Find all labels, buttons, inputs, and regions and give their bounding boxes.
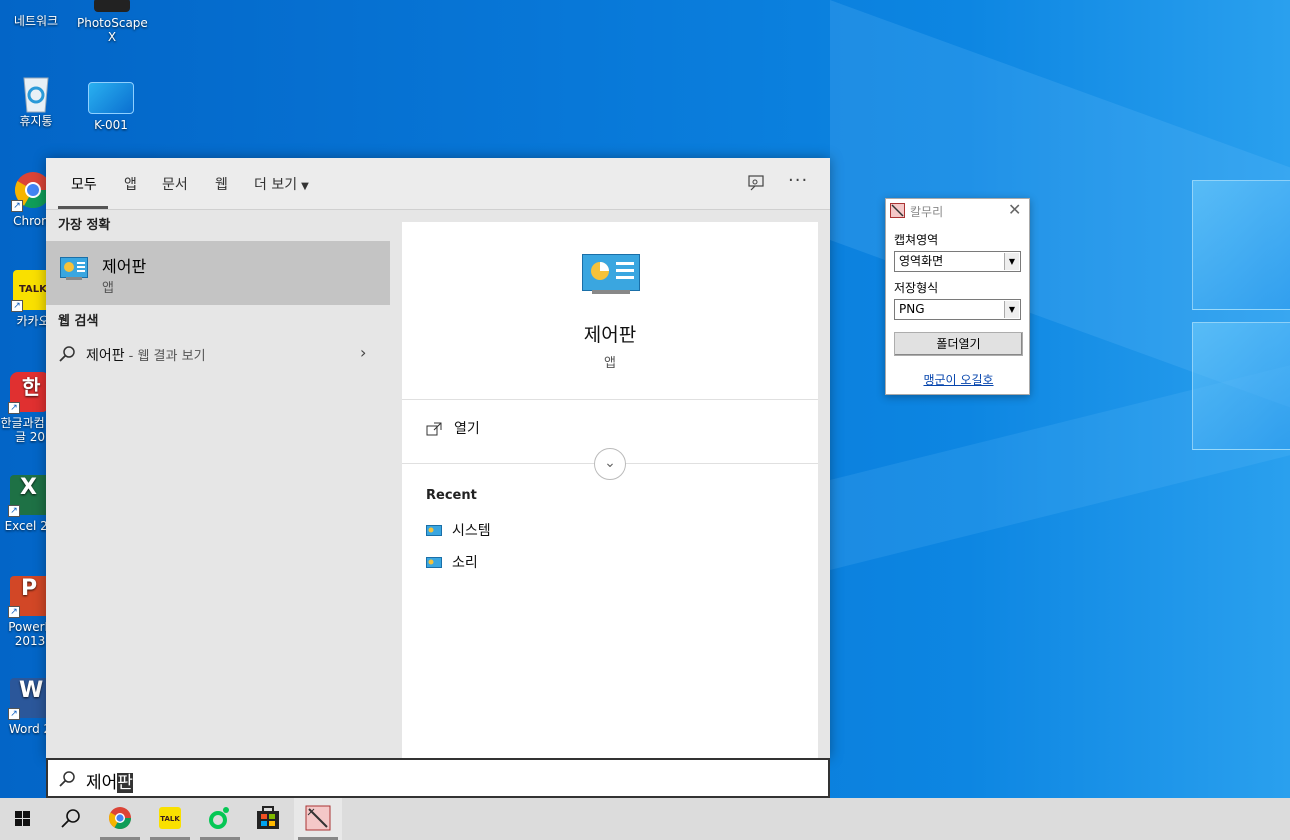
powerpoint-icon: P ↗: [8, 576, 50, 618]
tab-more-label: 더 보기: [254, 177, 298, 193]
kakaotalk-icon: TALK: [159, 807, 181, 829]
k001-thumbnail-icon: [88, 82, 134, 114]
feedback-icon[interactable]: [747, 174, 765, 192]
kalmuri-app-icon: [890, 203, 905, 218]
desktop-icon-network[interactable]: 네트워크: [1, 0, 71, 28]
tab-apps[interactable]: 앱: [124, 174, 137, 194]
search-icon: [58, 345, 76, 363]
search-input-text: 제어판: [86, 768, 133, 793]
taskbar-chrome[interactable]: [96, 798, 144, 840]
excel-icon: X ↗: [8, 475, 50, 517]
windows-logo-pane: [1192, 322, 1290, 450]
search-icon: [58, 770, 76, 788]
hangul-icon: 한 ↗: [8, 372, 50, 414]
taskbar-kalmuri[interactable]: [294, 798, 342, 840]
tab-all[interactable]: 모두: [71, 174, 97, 194]
save-format-select[interactable]: PNG ▼: [894, 299, 1021, 320]
shortcut-arrow-icon: ↗: [8, 402, 20, 414]
desktop-icon-label: K-001: [94, 118, 128, 132]
kalmuri-title: 칼무리: [910, 205, 944, 219]
detail-title: 제어판: [583, 324, 637, 346]
store-icon: [257, 806, 279, 829]
capture-area-value: 영역화면: [899, 254, 944, 268]
caret-down-icon: ▼: [301, 181, 309, 192]
web-search-item[interactable]: 제어판 - 웹 결과 보기 ›: [46, 337, 390, 371]
divider: [402, 399, 818, 400]
result-detail-pane: 제어판 앱 열기 ⌄ Recent 시스템 소리: [402, 222, 818, 758]
desktop-icon-label: 네트워크: [13, 14, 59, 28]
shortcut-arrow-icon: ↗: [11, 300, 23, 312]
taskbar: TALK: [0, 798, 1290, 840]
web-search-query: 제어판: [86, 348, 125, 364]
recent-item[interactable]: 시스템: [426, 520, 491, 540]
search-tabs-bar: 모두 앱 문서 웹 더 보기 ▼ ···: [46, 158, 830, 210]
capture-area-label: 캡쳐영역: [894, 233, 939, 247]
kalmuri-window: 칼무리 ✕ 캡쳐영역 영역화면 ▼ 저장형식 PNG ▼ 폴더열기 맹군이 오길…: [885, 198, 1030, 395]
close-icon[interactable]: ✕: [1008, 200, 1021, 219]
recent-heading: Recent: [426, 488, 477, 503]
desktop-icon-label: 휴지통: [19, 114, 53, 128]
best-match-type: 앱: [102, 281, 114, 296]
taskbar-kakaotalk[interactable]: TALK: [146, 798, 194, 840]
desktop-icon-photoscape[interactable]: PhotoScape X: [77, 0, 148, 44]
line-icon: [209, 807, 229, 829]
search-typed-text: 제어: [86, 773, 118, 793]
best-match-heading: 가장 정확: [58, 218, 111, 233]
search-selected-text: 판: [117, 773, 133, 793]
open-action[interactable]: 열기: [426, 418, 480, 438]
open-folder-button[interactable]: 폴더열기: [894, 332, 1023, 356]
desktop-icon-label: PhotoScape X: [77, 16, 148, 44]
save-format-value: PNG: [899, 302, 925, 316]
author-link[interactable]: 맹군이 오길호: [886, 371, 1031, 388]
control-panel-small-icon: [426, 525, 442, 537]
shortcut-arrow-icon: ↗: [8, 708, 20, 720]
results-list: 가장 정확 제어판 앱 웹 검색 제어판 - 웹 결과 보기 ›: [46, 211, 390, 758]
control-panel-small-icon: [426, 557, 442, 569]
start-icon: [15, 811, 30, 826]
chevron-right-icon[interactable]: ›: [360, 343, 366, 362]
recent-item-label: 시스템: [452, 523, 491, 539]
taskbar-store[interactable]: [244, 798, 292, 840]
open-label: 열기: [454, 421, 480, 437]
photoscape-icon: [94, 0, 130, 12]
chrome-icon: [109, 807, 131, 829]
desktop-icon-recycle-bin[interactable]: 휴지통: [1, 70, 71, 128]
tab-documents[interactable]: 문서: [162, 174, 188, 194]
search-icon: [61, 809, 80, 828]
recycle-bin-icon: [16, 70, 56, 113]
taskbar-line[interactable]: [196, 798, 244, 840]
web-search-suffix: - 웹 결과 보기: [128, 349, 206, 364]
web-search-heading: 웹 검색: [58, 314, 99, 329]
recent-item-label: 소리: [452, 555, 478, 571]
save-format-label: 저장형식: [894, 281, 939, 295]
capture-area-select[interactable]: 영역화면 ▼: [894, 251, 1021, 272]
start-button[interactable]: [0, 798, 48, 840]
tab-web[interactable]: 웹: [215, 174, 228, 194]
open-icon: [426, 422, 442, 436]
chevron-down-icon[interactable]: ⌄: [594, 448, 626, 480]
control-panel-icon: [60, 257, 88, 281]
search-panel: 모두 앱 문서 웹 더 보기 ▼ ··· 가장 정확 제어판 앱 웹 검색 제어판…: [46, 158, 830, 758]
desktop-icon-k001[interactable]: K-001: [76, 70, 146, 132]
windows-logo-pane: [1192, 180, 1290, 310]
recent-item[interactable]: 소리: [426, 552, 478, 572]
shortcut-arrow-icon: ↗: [8, 505, 20, 517]
best-match-item[interactable]: 제어판 앱: [46, 241, 390, 305]
best-match-name: 제어판: [102, 257, 147, 276]
kalmuri-icon: [305, 805, 331, 831]
shortcut-arrow-icon: ↗: [8, 606, 20, 618]
word-icon: W ↗: [8, 678, 50, 720]
shortcut-arrow-icon: ↗: [11, 200, 23, 212]
network-icon: [16, 0, 56, 8]
svg-text:TALK: TALK: [160, 815, 180, 823]
tab-more[interactable]: 더 보기 ▼: [254, 174, 309, 194]
active-tab-indicator: [58, 206, 108, 209]
dropdown-arrow-icon[interactable]: ▼: [1004, 253, 1019, 270]
more-options-icon[interactable]: ···: [788, 170, 808, 191]
control-panel-large-icon: [582, 254, 640, 294]
taskbar-search-button[interactable]: [46, 798, 94, 840]
search-input[interactable]: 제어판: [46, 758, 830, 798]
dropdown-arrow-icon[interactable]: ▼: [1004, 301, 1019, 318]
detail-subtitle: 앱: [604, 356, 616, 371]
